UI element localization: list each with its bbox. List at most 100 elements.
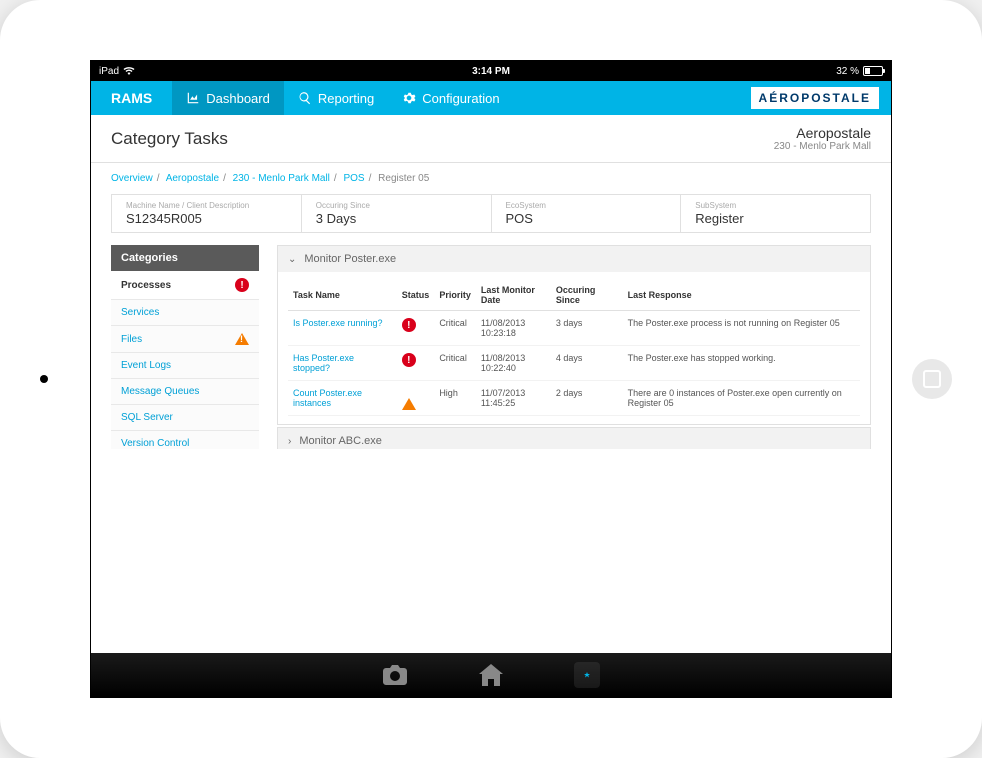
task-since: 4 days xyxy=(551,346,623,381)
accordion-header[interactable]: ⌄ Monitor Poster.exe xyxy=(278,246,870,272)
store-location: 230 - Menlo Park Mall xyxy=(774,141,871,152)
main-panel: ⌄ Monitor Poster.exe Task Name Status Pr… xyxy=(277,245,871,449)
col-priority: Priority xyxy=(434,280,476,311)
breadcrumb-link[interactable]: POS xyxy=(343,173,364,184)
sidebar-title: Categories xyxy=(111,245,259,271)
info-card-ecosystem: EcoSystem POS xyxy=(492,195,682,232)
task-date: 11/07/2013 11:45:25 xyxy=(476,381,551,416)
alert-warn-icon xyxy=(235,333,249,345)
col-response: Last Response xyxy=(623,280,860,311)
content-area: Categories Processes ! Services Files Ev… xyxy=(91,245,891,449)
breadcrumb-link[interactable]: 230 - Menlo Park Mall xyxy=(233,173,330,184)
chevron-down-icon: ⌄ xyxy=(288,254,296,265)
info-card-subsystem: SubSystem Register xyxy=(681,195,870,232)
battery-icon xyxy=(863,66,883,76)
task-priority: Critical xyxy=(434,311,476,346)
screen: iPad 3:14 PM 32 % RAMS Dashboard Reporti… xyxy=(90,60,892,698)
store-info: Aeropostale 230 - Menlo Park Mall xyxy=(774,125,871,152)
accordion-body: Task Name Status Priority Last Monitor D… xyxy=(278,272,870,424)
task-link[interactable]: Count Poster.exe instances xyxy=(288,381,397,416)
page-header: Category Tasks Aeropostale 230 - Menlo P… xyxy=(91,115,891,163)
brand-label: RAMS xyxy=(91,90,172,106)
task-priority: High xyxy=(434,381,476,416)
sidebar-item-label: Files xyxy=(121,334,142,345)
page-title: Category Tasks xyxy=(111,129,228,149)
breadcrumb-current: Register 05 xyxy=(378,173,429,184)
task-status-cell: ! xyxy=(397,311,435,346)
task-table: Task Name Status Priority Last Monitor D… xyxy=(288,280,860,416)
alert-warn-icon xyxy=(402,388,416,410)
task-date: 11/08/2013 10:22:40 xyxy=(476,346,551,381)
gear-icon xyxy=(402,91,416,105)
alert-critical-icon: ! xyxy=(235,278,249,292)
sidebar-item-processes[interactable]: Processes ! xyxy=(111,271,259,300)
time-label: 3:14 PM xyxy=(472,66,510,77)
home-button[interactable] xyxy=(912,359,952,399)
col-taskname: Task Name xyxy=(288,280,397,311)
alert-critical-icon: ! xyxy=(402,318,416,332)
task-link[interactable]: Is Poster.exe running? xyxy=(288,311,397,346)
nav-label: Configuration xyxy=(422,91,499,106)
task-response: The Poster.exe process is not running on… xyxy=(623,311,860,346)
store-name: Aeropostale xyxy=(774,125,871,141)
breadcrumb-link[interactable]: Aeropostale xyxy=(166,173,219,184)
home-icon[interactable] xyxy=(478,662,504,688)
info-label: Machine Name / Client Description xyxy=(126,201,287,210)
breadcrumb: Overview/ Aeropostale/ 230 - Menlo Park … xyxy=(91,163,891,194)
table-row: Is Poster.exe running? ! Critical 11/08/… xyxy=(288,311,860,346)
task-date: 11/08/2013 10:23:18 xyxy=(476,311,551,346)
nav-dashboard[interactable]: Dashboard xyxy=(172,81,284,115)
col-date: Last Monitor Date xyxy=(476,280,551,311)
search-icon xyxy=(298,91,312,105)
info-card-since: Occuring Since 3 Days xyxy=(302,195,492,232)
nav-configuration[interactable]: Configuration xyxy=(388,81,513,115)
ipad-frame: iPad 3:14 PM 32 % RAMS Dashboard Reporti… xyxy=(0,0,982,758)
sidebar-item-label: SQL Server xyxy=(121,412,173,423)
sidebar-item-label: Processes xyxy=(121,280,171,291)
device-label: iPad xyxy=(99,66,119,77)
nav-label: Dashboard xyxy=(206,91,270,106)
task-since: 3 days xyxy=(551,311,623,346)
sidebar-item-sqlserver[interactable]: SQL Server xyxy=(111,405,259,431)
task-priority: Critical xyxy=(434,346,476,381)
alert-critical-icon: ! xyxy=(402,353,416,367)
task-link[interactable]: Has Poster.exe stopped? xyxy=(288,346,397,381)
star-icon[interactable] xyxy=(574,662,600,688)
info-value: POS xyxy=(506,211,667,226)
col-since: Occuring Since xyxy=(551,280,623,311)
task-response: There are 0 instances of Poster.exe open… xyxy=(623,381,860,416)
nav-reporting[interactable]: Reporting xyxy=(284,81,388,115)
accordion-abc: › Monitor ABC.exe xyxy=(277,427,871,449)
breadcrumb-link[interactable]: Overview xyxy=(111,173,153,184)
camera-icon[interactable] xyxy=(382,662,408,688)
logo: AÉROPOSTALE xyxy=(751,87,879,109)
battery-label: 32 % xyxy=(836,66,859,77)
accordion-title: Monitor Poster.exe xyxy=(304,253,396,265)
camera-spot xyxy=(40,375,48,383)
info-card-machine: Machine Name / Client Description S12345… xyxy=(112,195,302,232)
info-label: Occuring Since xyxy=(316,201,477,210)
task-status-cell: ! xyxy=(397,346,435,381)
bottom-bar xyxy=(91,653,891,697)
info-value: S12345R005 xyxy=(126,211,287,226)
info-label: EcoSystem xyxy=(506,201,667,210)
info-label: SubSystem xyxy=(695,201,856,210)
sidebar-item-queues[interactable]: Message Queues xyxy=(111,379,259,405)
sidebar-item-version[interactable]: Version Control xyxy=(111,431,259,449)
info-value: 3 Days xyxy=(316,211,477,226)
info-value: Register xyxy=(695,211,856,226)
sidebar-item-label: Version Control xyxy=(121,438,189,449)
nav-label: Reporting xyxy=(318,91,374,106)
accordion-title: Monitor ABC.exe xyxy=(299,435,382,447)
table-row: Has Poster.exe stopped? ! Critical 11/08… xyxy=(288,346,860,381)
sidebar-item-services[interactable]: Services xyxy=(111,300,259,326)
sidebar-item-eventlogs[interactable]: Event Logs xyxy=(111,353,259,379)
task-since: 2 days xyxy=(551,381,623,416)
chevron-right-icon: › xyxy=(288,436,291,447)
sidebar-item-files[interactable]: Files xyxy=(111,326,259,353)
wifi-icon xyxy=(123,67,135,75)
sidebar-item-label: Services xyxy=(121,307,159,318)
accordion-header[interactable]: › Monitor ABC.exe xyxy=(278,428,870,449)
accordion-poster: ⌄ Monitor Poster.exe Task Name Status Pr… xyxy=(277,245,871,425)
top-nav: RAMS Dashboard Reporting Configuration A… xyxy=(91,81,891,115)
